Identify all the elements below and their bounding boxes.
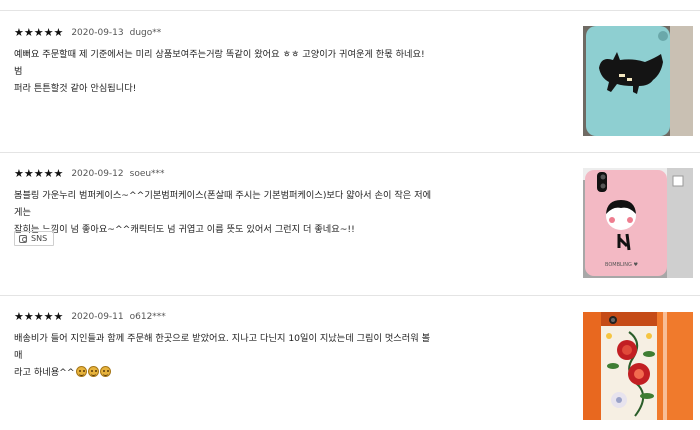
review-item: ★★★★★ 2020-09-13 dugo** 예뻐요 주문할때 제 기준에서는… <box>0 11 700 153</box>
laughing-emoji-icon <box>75 366 87 377</box>
review-meta: ★★★★★ 2020-09-11 o612*** <box>14 310 166 324</box>
review-text-line: 잡히는 느낌이 넘 좋아요~^^캐릭터도 넘 귀엽고 이름 뜻도 있어서 그런지… <box>14 224 355 235</box>
review-text-line: 퍼라 튼튼할것 같아 안심됩니다! <box>14 83 137 94</box>
review-text-line: 라고 하네용^^ <box>14 364 434 381</box>
review-date: 2020-09-13 <box>71 28 124 38</box>
review-text: 예뻐요 주문할때 제 기준에서는 미리 상품보여주는거랑 똑같이 왔어요 ㅎㅎ … <box>14 46 434 97</box>
review-thumbnail[interactable] <box>583 26 693 136</box>
review-text-line: 봄블링 가운누리 범퍼케이스~^^기본범퍼케이스(폰살때 주시는 기본범퍼케이스… <box>14 190 432 218</box>
sns-label: SNS <box>31 234 48 243</box>
review-user: o612*** <box>129 312 166 322</box>
sns-badge[interactable]: SNS <box>14 231 55 246</box>
review-date: 2020-09-11 <box>71 312 124 322</box>
review-thumbnail[interactable] <box>583 312 693 420</box>
review-text-line: 예뻐요 주문할때 제 기준에서는 미리 상품보여주는거랑 똑같이 왔어요 ㅎㅎ … <box>14 49 425 77</box>
review-user: dugo** <box>129 28 162 38</box>
rating-stars: ★★★★★ <box>14 310 64 323</box>
review-text: 봄블링 가운누리 범퍼케이스~^^기본범퍼케이스(폰살때 주시는 기본범퍼케이스… <box>14 187 434 238</box>
cat-phone-case-icon <box>583 26 693 136</box>
review-text: 배송비가 들어 지인들과 함께 주문해 한곳으로 받았어요. 지나고 다닌지 1… <box>14 330 434 381</box>
review-item: ★★★★★ 2020-09-11 o612*** 배송비가 들어 지인들과 함께… <box>0 296 700 430</box>
laughing-emoji-icon <box>87 366 99 377</box>
instagram-icon <box>19 234 27 243</box>
review-date: 2020-09-12 <box>71 169 124 179</box>
case-caption: BOMBLING ♥ <box>605 262 638 268</box>
review-text-line-text: 라고 하네용^^ <box>14 367 75 378</box>
girl-phone-case-icon: BOMBLING ♥ <box>583 168 693 278</box>
laughing-emoji-icon <box>99 366 111 377</box>
review-thumbnail[interactable]: BOMBLING ♥ <box>583 168 693 278</box>
rating-stars: ★★★★★ <box>14 167 64 180</box>
review-text-line: 배송비가 들어 지인들과 함께 주문해 한곳으로 받았어요. 지나고 다닌지 1… <box>14 333 431 361</box>
review-meta: ★★★★★ 2020-09-13 dugo** <box>14 26 161 40</box>
review-meta: ★★★★★ 2020-09-12 soeu*** <box>14 167 165 181</box>
floral-phone-case-icon <box>583 312 693 420</box>
rating-stars: ★★★★★ <box>14 26 64 39</box>
review-user: soeu*** <box>129 169 165 179</box>
review-item: ★★★★★ 2020-09-12 soeu*** 봄블링 가운누리 범퍼케이스~… <box>0 153 700 296</box>
